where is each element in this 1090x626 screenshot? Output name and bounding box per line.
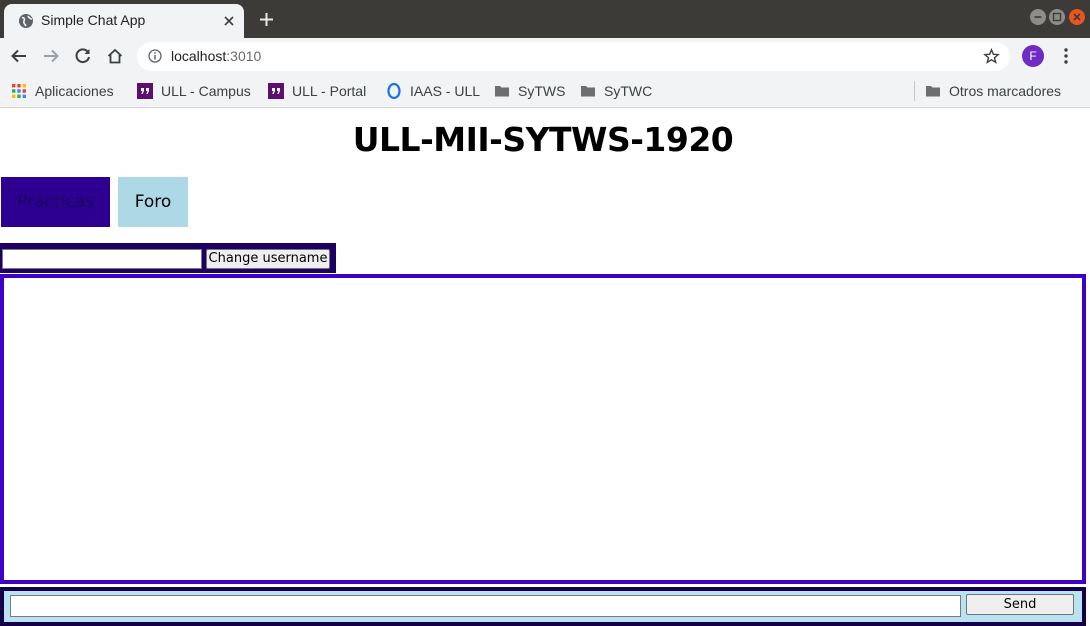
globe-icon — [19, 14, 33, 28]
chat-messages-area[interactable] — [0, 274, 1086, 584]
forward-arrow-icon[interactable] — [42, 47, 60, 65]
address-bar[interactable]: localhost:3010 — [137, 42, 1010, 71]
folder-icon — [495, 86, 509, 97]
maximize-icon — [1052, 12, 1062, 22]
bookmark-iaas-ull[interactable]: IAAS - ULL — [386, 80, 480, 102]
bookmarks-separator — [914, 81, 915, 101]
folder-icon — [926, 86, 940, 97]
bookmark-ull-campus[interactable]: ULL - Campus — [137, 80, 251, 102]
bookmark-label: IAAS - ULL — [410, 83, 481, 99]
apps-grid-icon — [12, 84, 26, 98]
url-port: :3010 — [226, 48, 262, 64]
username-bar: Change username — [0, 243, 336, 273]
change-username-button[interactable]: Change username — [206, 249, 330, 269]
message-input[interactable] — [10, 595, 961, 617]
bookmark-label: ULL - Campus — [161, 83, 251, 99]
bookmark-aplicaciones[interactable]: Aplicaciones — [11, 80, 114, 102]
url-host: localhost — [171, 48, 227, 64]
ull-quote-icon — [268, 83, 284, 99]
bookmark-sytws[interactable]: SyTWS — [494, 80, 565, 102]
send-message-bar: Send — [0, 587, 1086, 626]
profile-avatar[interactable]: F — [1022, 45, 1044, 67]
page-content: ULL-MII-SYTWS-1920 Prácticas Foro Change… — [0, 108, 1090, 626]
minimize-icon — [1034, 16, 1042, 18]
maximize-window-button[interactable] — [1049, 9, 1065, 25]
bookmark-sytwc[interactable]: SyTWC — [580, 80, 652, 102]
close-icon — [1073, 13, 1081, 21]
new-tab-icon[interactable] — [258, 11, 275, 28]
reload-icon[interactable] — [74, 47, 92, 65]
browser-tabstrip: Simple Chat App — [0, 0, 1090, 38]
browser-toolbar: localhost:3010 F — [0, 38, 1090, 74]
circle-o-icon — [387, 83, 401, 99]
more-vert-icon[interactable] — [1058, 47, 1074, 65]
bookmark-star-icon[interactable] — [983, 48, 1000, 65]
bookmark-ull-portal[interactable]: ULL - Portal — [268, 80, 366, 102]
close-window-button[interactable] — [1069, 9, 1085, 25]
page-title: ULL-MII-SYTWS-1920 — [352, 120, 734, 159]
bookmark-label: ULL - Portal — [292, 83, 367, 99]
bookmark-label: SyTWC — [604, 83, 653, 99]
send-button[interactable]: Send — [966, 594, 1074, 615]
close-tab-icon[interactable] — [222, 14, 236, 28]
username-input[interactable] — [2, 249, 202, 269]
ull-quote-icon — [137, 83, 153, 99]
info-icon[interactable] — [148, 49, 162, 63]
bookmark-label: Aplicaciones — [35, 83, 114, 99]
browser-tab[interactable]: Simple Chat App — [4, 4, 244, 38]
bookmark-otros-marcadores[interactable]: Otros marcadores — [925, 80, 1061, 102]
bookmark-label: Otros marcadores — [949, 83, 1062, 99]
nav-practicas-button[interactable]: Prácticas — [1, 177, 110, 227]
url-text: localhost:3010 — [171, 48, 261, 64]
tab-title: Simple Chat App — [41, 12, 146, 28]
minimize-window-button[interactable] — [1030, 9, 1046, 25]
folder-icon — [581, 86, 595, 97]
bookmark-label: SyTWS — [518, 83, 566, 99]
home-icon[interactable] — [106, 47, 124, 65]
back-arrow-icon[interactable] — [10, 47, 28, 65]
nav-foro-button[interactable]: Foro — [118, 177, 188, 227]
bookmarks-bar: Aplicaciones ULL - Campus ULL - Portal I… — [0, 74, 1090, 108]
